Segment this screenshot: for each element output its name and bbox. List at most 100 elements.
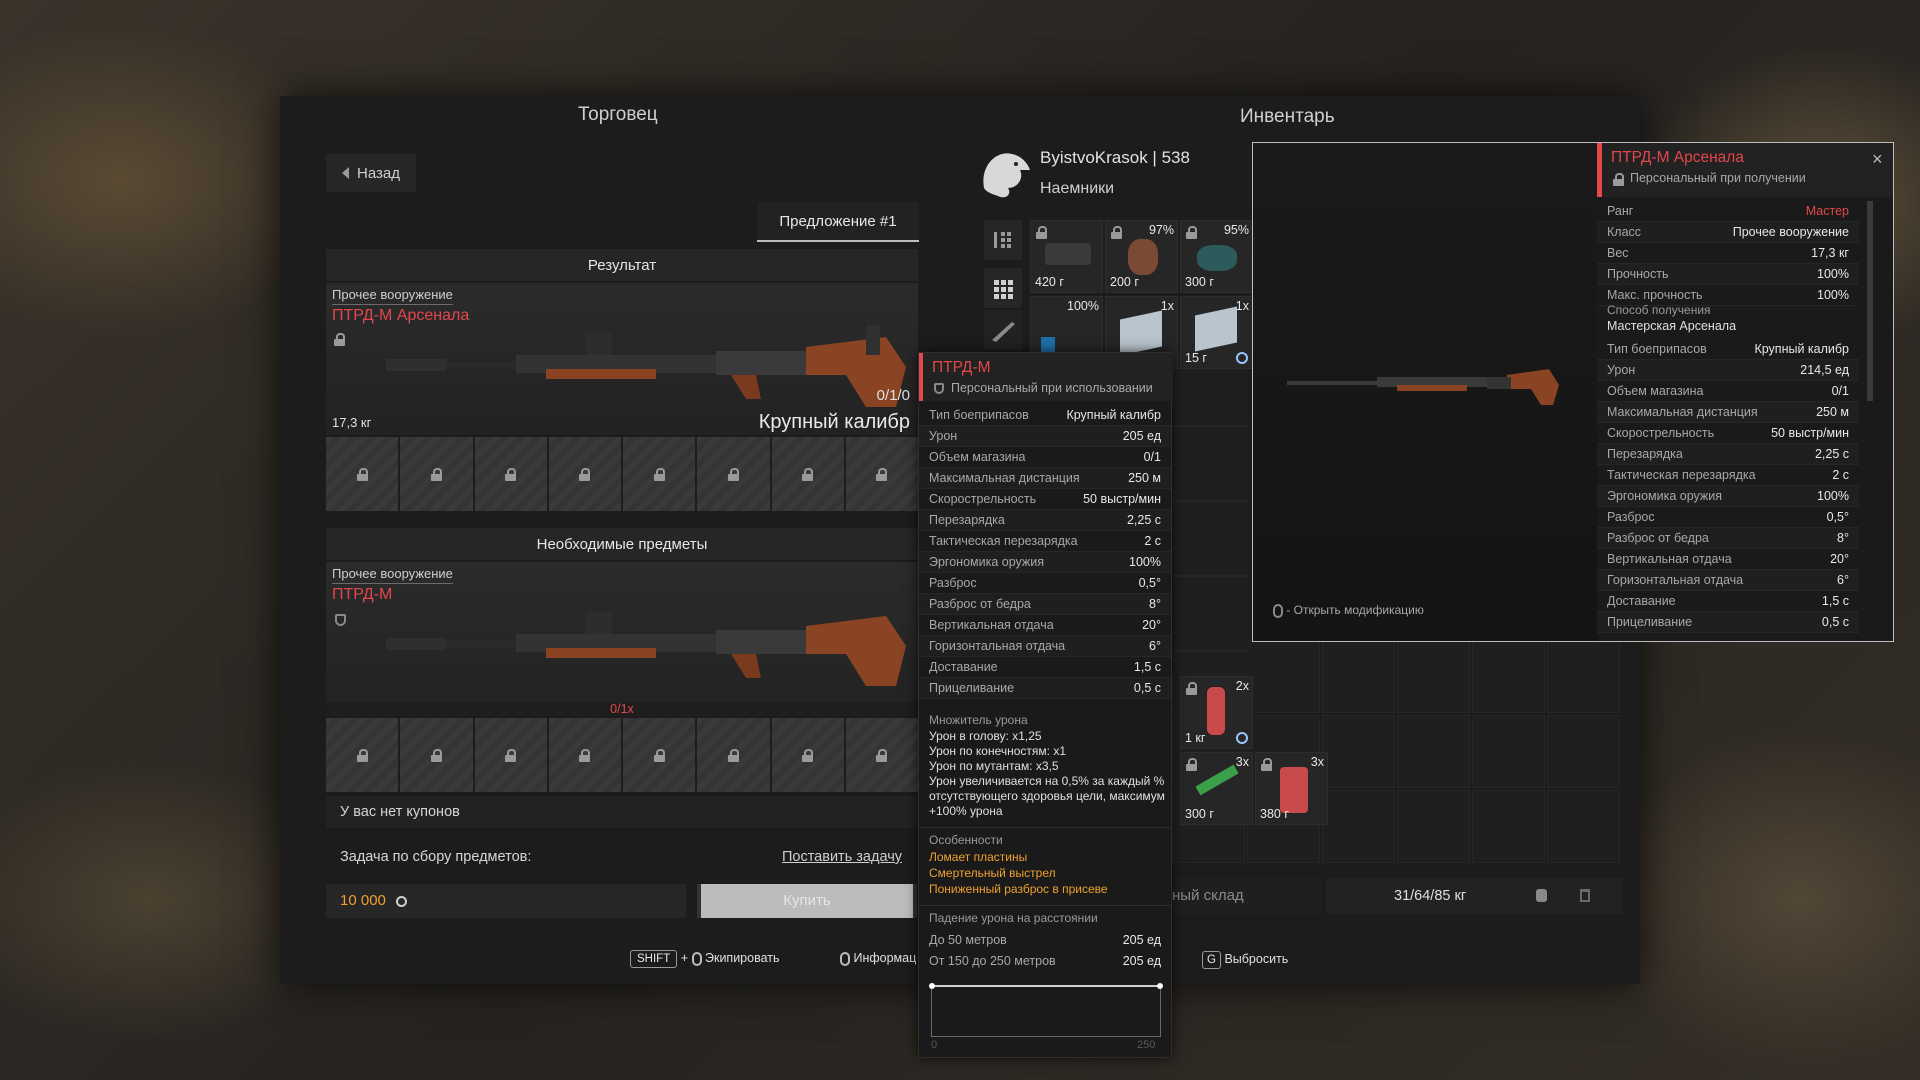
multiplier-line: Урон по мутантам: x3,5 xyxy=(929,759,1059,773)
player-name: ByistvoKrasok | 538 xyxy=(1040,148,1190,167)
lock-icon xyxy=(505,748,517,762)
inventory-item[interactable]: 420 г xyxy=(1030,220,1103,293)
item-count: 97% xyxy=(1148,223,1174,237)
damage-multiplier-title: Множитель урона xyxy=(929,713,1028,727)
weapon-filter-button[interactable] xyxy=(984,310,1022,350)
features-list: Ломает пластины Смертельный выстрел Пони… xyxy=(929,849,1108,897)
lock-icon xyxy=(430,467,442,481)
sort-button[interactable] xyxy=(984,220,1022,260)
stat-row: Разброс от бедра 8° xyxy=(1597,528,1859,549)
damage-multiplier-list: Урон в голову: x1,25 Урон по конечностям… xyxy=(929,729,1165,819)
buy-button[interactable]: Купить xyxy=(697,884,917,918)
lock-icon xyxy=(579,467,591,481)
item-weight: 300 г xyxy=(1185,807,1214,821)
falloff-value: 205 ед xyxy=(1122,932,1161,947)
stat-label: Скорострельность xyxy=(1607,426,1715,440)
stat-value: Мастер xyxy=(1805,204,1849,218)
origin-value: Мастерская Арсенала xyxy=(1607,319,1737,333)
inventory-item[interactable]: 3x 300 г xyxy=(1180,752,1253,825)
stat-row: Прицеливание 0,5 с xyxy=(1597,612,1859,633)
back-arrow-icon xyxy=(342,167,349,179)
mod-slot xyxy=(400,437,473,511)
mod-slot xyxy=(697,437,770,511)
trash-icon[interactable] xyxy=(1580,889,1590,902)
item-count: 100% xyxy=(1067,299,1099,313)
mod-hint-label: - Открыть модификацию xyxy=(1286,603,1424,617)
item-image xyxy=(1045,243,1091,265)
trader-title: Торговец xyxy=(578,104,658,125)
stat-row: Разброс от бедра 8° xyxy=(919,594,1171,615)
stat-row: Урон 214,5 ед xyxy=(1597,360,1859,381)
stat-value: 6° xyxy=(1149,639,1161,653)
multiplier-line: Урон в голову: x1,25 xyxy=(929,729,1042,743)
stat-label: Макс. прочность xyxy=(1607,288,1703,302)
falloff-title: Падение урона на расстоянии xyxy=(929,911,1098,925)
lock-icon xyxy=(1613,173,1624,186)
mod-slot xyxy=(771,718,844,792)
mod-slot xyxy=(474,718,547,792)
price-value: 10 000 xyxy=(340,892,386,909)
back-button[interactable]: Назад xyxy=(326,154,416,192)
item-weight: 200 г xyxy=(1110,275,1139,289)
item-info-panel: ПТРД-М Арсенала Персональный при получен… xyxy=(1597,143,1893,641)
coupons-text: У вас нет купонов xyxy=(326,796,918,828)
stat-row: Эргономика оружия 100% xyxy=(1597,486,1859,507)
inventory-item[interactable]: 2x 1 кг xyxy=(1180,676,1253,749)
falloff-value: 205 ед xyxy=(1122,953,1161,968)
mod-slot xyxy=(548,437,621,511)
stat-value: 100% xyxy=(1817,267,1849,281)
lock-icon xyxy=(356,748,368,762)
stat-label: Перезарядка xyxy=(1607,447,1683,461)
set-task-link[interactable]: Поставить задачу xyxy=(782,840,902,874)
falloff-row: От 150 до 250 метров 205 ед xyxy=(919,950,1171,971)
stat-label: Разброс xyxy=(929,576,977,590)
storage-tab[interactable]: ный склад xyxy=(1172,878,1322,914)
stat-value: 50 выстр/мин xyxy=(1771,426,1849,440)
inventory-grid xyxy=(1172,640,1622,863)
divider xyxy=(919,827,1171,828)
inventory-item[interactable]: 1x 15 г xyxy=(1180,296,1253,369)
stat-row: Прицеливание 0,5 с xyxy=(919,678,1171,699)
stat-label: Прицеливание xyxy=(929,681,1015,695)
timer-icon xyxy=(1236,352,1248,364)
lock-icon xyxy=(876,467,888,481)
stat-label: Разброс от бедра xyxy=(1607,531,1709,545)
tab-offer-1[interactable]: Предложение #1 xyxy=(757,202,919,242)
lock-icon xyxy=(653,467,665,481)
result-card[interactable]: Прочее вооружение ПТРД-М Арсенала 0/1/0 … xyxy=(326,283,918,435)
stat-value: 50 выстр/мин xyxy=(1083,492,1161,506)
item-detail-popup: - Открыть модификацию ПТРД-М Арсенала Пе… xyxy=(1252,142,1894,642)
inventory-item[interactable]: 95% 300 г xyxy=(1180,220,1253,293)
stat-label: Доставание xyxy=(929,660,998,674)
price-box: 10 000 xyxy=(326,884,686,918)
close-icon[interactable]: × xyxy=(1872,149,1883,170)
backpack-icon[interactable] xyxy=(1536,889,1547,902)
stat-label: Горизонтальная отдача xyxy=(929,639,1066,653)
inventory-item[interactable]: 3x 380 г xyxy=(1255,752,1328,825)
lock-icon xyxy=(430,748,442,762)
mod-hint: - Открыть модификацию xyxy=(1273,603,1424,618)
mod-slot xyxy=(845,437,918,511)
stat-value: 2 с xyxy=(1144,534,1161,548)
stat-value: 1,5 с xyxy=(1133,660,1161,674)
mod-slot xyxy=(845,718,918,792)
rifle-image xyxy=(386,325,906,407)
mouse-icon xyxy=(1273,603,1283,618)
stat-value: 0,5 с xyxy=(1821,615,1849,629)
item-weight: 1 кг xyxy=(1185,731,1206,745)
required-card[interactable]: Прочее вооружение ПТРД-М 0/1x xyxy=(326,562,918,716)
drop-label: Выбросить xyxy=(1224,952,1289,966)
grid-view-button[interactable] xyxy=(984,268,1022,308)
stat-row: Класс Прочее вооружение xyxy=(1597,222,1859,243)
item-count: 3x xyxy=(1310,755,1324,769)
inventory-item[interactable]: 97% 200 г xyxy=(1105,220,1178,293)
item-preview[interactable]: - Открыть модификацию xyxy=(1253,143,1597,641)
task-label: Задача по сбору предметов: xyxy=(340,849,532,865)
lock-icon xyxy=(579,748,591,762)
item-count: 1x xyxy=(1160,299,1174,313)
faction-eagle-icon xyxy=(978,144,1032,202)
lock-icon xyxy=(802,467,814,481)
lock-icon xyxy=(334,333,345,346)
stat-row: Тактическая перезарядка 2 с xyxy=(1597,465,1859,486)
scrollbar[interactable] xyxy=(1867,201,1873,401)
